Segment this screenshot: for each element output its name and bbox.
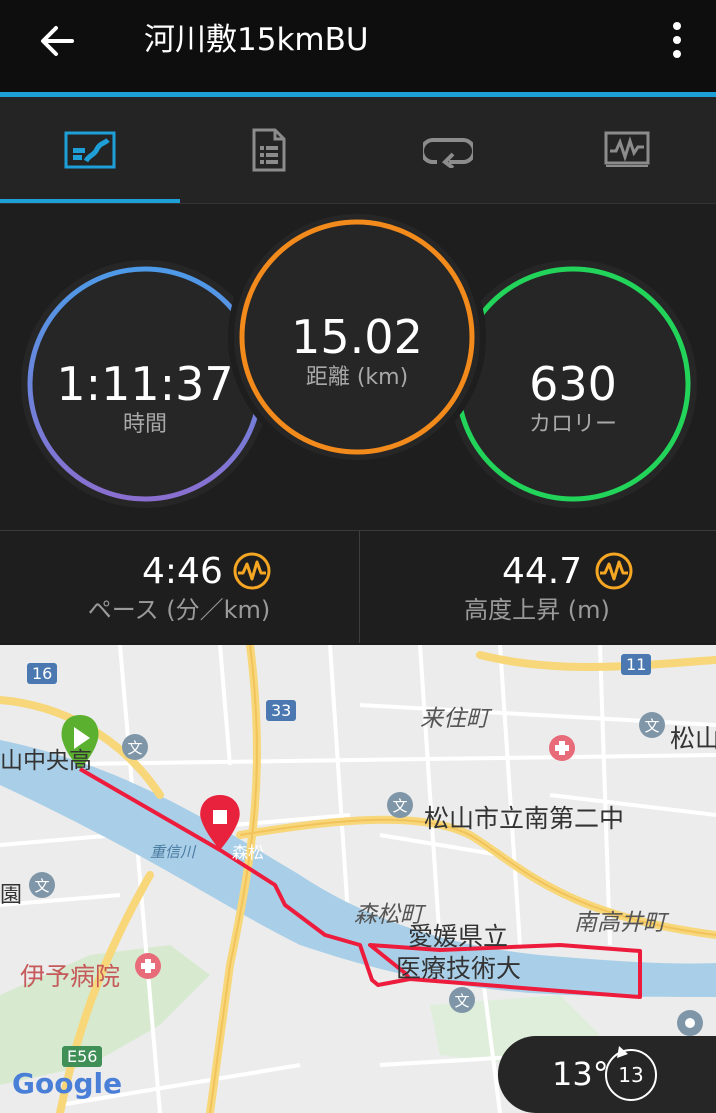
distance-stat: 15.02 距離 (km): [252, 311, 462, 393]
map-label: 来住町: [420, 706, 489, 732]
time-stat: 1:11:37 時間: [40, 358, 250, 440]
hospital-icon: [549, 735, 575, 761]
map-label: 山中央高: [0, 748, 92, 774]
elevation-label: 高度上昇 (m): [464, 596, 610, 624]
road-shield-33: 33: [266, 700, 297, 721]
app-bar: 河川敷15kmBU: [0, 0, 716, 92]
school-icon: 文: [29, 872, 55, 898]
document-icon: [252, 128, 285, 172]
school-icon: 文: [639, 712, 665, 738]
distance-value: 15.02: [291, 310, 423, 364]
more-options-button[interactable]: [662, 18, 692, 62]
summary-rings: 1:11:37 時間 15.02 距離 (km) 630 カロリー: [0, 204, 716, 530]
location-pin-icon: [677, 1010, 703, 1036]
time-label: 時間: [122, 412, 167, 437]
school-icon: 文: [387, 792, 413, 818]
elevation-stat[interactable]: 44.7 高度上昇 (m): [358, 531, 716, 643]
svg-text:文: 文: [127, 739, 142, 757]
elevation-value: 44.7: [502, 551, 583, 592]
map-label: 南高井町: [574, 910, 666, 936]
distance-unit: (km): [356, 365, 409, 390]
pace-value: 4:46: [142, 551, 223, 592]
map-label: 医療技術大: [396, 954, 522, 983]
road-shield-16: 16: [27, 663, 58, 684]
performance-icon: [595, 552, 633, 590]
map-label: 園: [0, 883, 23, 908]
weather-pill[interactable]: 13° 13: [498, 1036, 716, 1113]
hospital-icon: [135, 953, 161, 979]
svg-text:文: 文: [454, 992, 469, 1010]
temperature: 13°: [552, 1055, 609, 1093]
tab-charts[interactable]: [537, 97, 716, 203]
tab-laps[interactable]: [358, 97, 537, 203]
map-label: 伊予病院: [20, 962, 121, 991]
river-label: 重信川: [150, 843, 196, 861]
map-label: 松山市立南第二中: [424, 804, 625, 833]
pace-label: ペース (分／km): [87, 596, 271, 624]
pace-stat[interactable]: 4:46 ペース (分／km): [0, 531, 358, 643]
svg-text:文: 文: [392, 797, 407, 815]
map-label: 松山: [670, 724, 716, 753]
tab-bar: [0, 97, 716, 203]
loop-icon: [422, 138, 473, 168]
arrow-left-icon: [41, 26, 74, 56]
tab-details[interactable]: [179, 97, 358, 203]
stats-icon: [64, 131, 115, 169]
time-value: 1:11:37: [56, 357, 234, 411]
performance-icon: [233, 552, 271, 590]
school-icon: 文: [449, 987, 475, 1013]
stats-row: 4:46 ペース (分／km) 44.7 高度上昇 (m): [0, 530, 716, 643]
google-logo: Google: [12, 1067, 123, 1100]
svg-text:文: 文: [644, 717, 659, 735]
chart-icon: [604, 131, 649, 167]
calorie-label: カロリー: [528, 412, 617, 437]
road-shield-e56: E56: [62, 1046, 103, 1067]
map-label: 愛媛県立: [408, 922, 509, 951]
road-shield-11: 11: [621, 654, 652, 675]
station-label: 森松: [232, 843, 265, 862]
school-icon: 文: [122, 734, 148, 760]
tab-stats[interactable]: [0, 97, 179, 203]
calorie-stat: 630 カロリー: [468, 358, 678, 440]
wind-speed: 13: [618, 1063, 644, 1087]
svg-text:文: 文: [34, 877, 49, 895]
distance-label: 距離: [305, 365, 350, 390]
calorie-value: 630: [529, 357, 617, 411]
more-vertical-icon: [673, 22, 681, 30]
page-title: 河川敷15kmBU: [144, 22, 369, 58]
back-button[interactable]: [36, 20, 78, 62]
